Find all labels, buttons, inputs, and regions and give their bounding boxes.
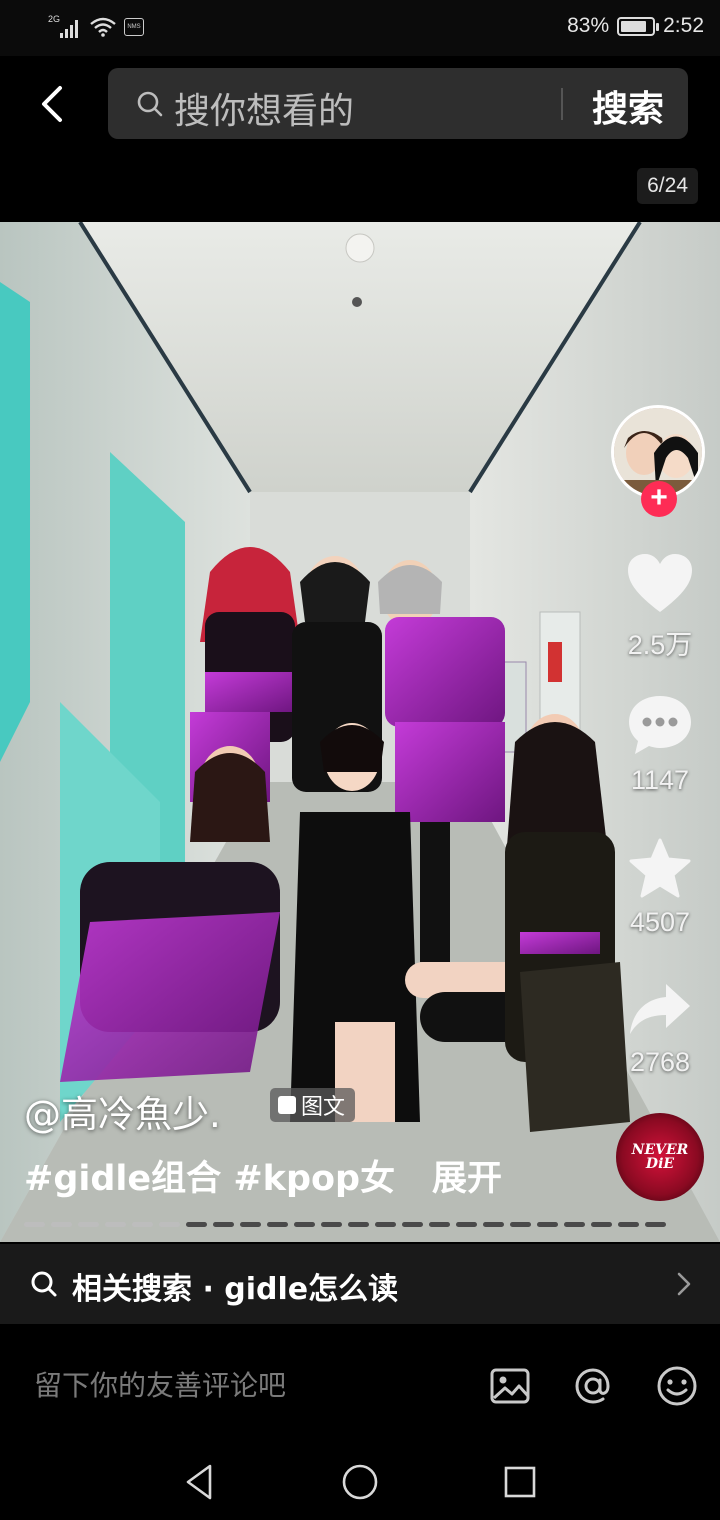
carousel-dash bbox=[213, 1222, 234, 1227]
comment-bar: 留下你的友善评论吧 bbox=[0, 1324, 720, 1444]
music-cover-text: NEVER DiE bbox=[632, 1143, 689, 1171]
carousel-dash bbox=[510, 1222, 531, 1227]
clock: 2:52 bbox=[663, 14, 704, 37]
carousel-dash bbox=[591, 1222, 612, 1227]
carousel-dash bbox=[564, 1222, 585, 1227]
carousel-dash bbox=[321, 1222, 342, 1227]
nav-home-icon[interactable] bbox=[340, 1462, 380, 1502]
image-icon[interactable] bbox=[488, 1364, 532, 1408]
carousel-dash bbox=[618, 1222, 639, 1227]
like-count: 2.5万 bbox=[627, 630, 693, 660]
comment-count: 1147 bbox=[630, 765, 690, 795]
comment-action[interactable]: 1147 bbox=[610, 694, 710, 796]
carousel-dash bbox=[78, 1222, 99, 1227]
follow-button[interactable]: + bbox=[641, 481, 677, 517]
music-cover-line2: DiE bbox=[645, 1156, 675, 1172]
music-cover-line1: NEVER bbox=[631, 1142, 689, 1158]
carousel-dash bbox=[159, 1222, 180, 1227]
carousel-dash bbox=[24, 1222, 45, 1227]
like-action[interactable]: 2.5万 bbox=[610, 552, 710, 662]
status-right: 83% 2:52 bbox=[567, 14, 704, 38]
share-action[interactable]: 2768 bbox=[610, 982, 710, 1078]
album-icon bbox=[278, 1096, 296, 1114]
carousel-dash bbox=[375, 1222, 396, 1227]
system-nav-bar bbox=[0, 1444, 720, 1520]
status-bar: 2G NMS 83% 2:52 bbox=[0, 0, 720, 56]
search-header: 搜你想看的 搜索 6/24 bbox=[0, 56, 720, 222]
nav-recents-icon[interactable] bbox=[500, 1462, 540, 1502]
page-counter: 6/24 bbox=[637, 168, 698, 204]
search-input[interactable]: 搜你想看的 搜索 bbox=[108, 68, 688, 139]
carousel-dash bbox=[483, 1222, 504, 1227]
favorite-count: 4507 bbox=[629, 907, 691, 937]
search-icon bbox=[31, 1271, 57, 1297]
carousel-dash bbox=[267, 1222, 288, 1227]
carousel-dash bbox=[537, 1222, 558, 1227]
at-icon[interactable] bbox=[571, 1364, 615, 1408]
heart-icon bbox=[628, 554, 692, 612]
nav-back-icon[interactable] bbox=[180, 1462, 220, 1502]
carousel-dash bbox=[105, 1222, 126, 1227]
back-arrow-icon bbox=[42, 86, 62, 122]
badge-label: 图文 bbox=[301, 1095, 346, 1120]
signal-icon: 2G bbox=[48, 14, 82, 38]
share-count: 2768 bbox=[629, 1047, 691, 1077]
carousel-dash bbox=[348, 1222, 369, 1227]
nms-icon: NMS bbox=[124, 18, 144, 36]
carousel-dash bbox=[645, 1222, 666, 1227]
search-icon bbox=[137, 91, 163, 117]
image-text-badge: 图文 bbox=[270, 1088, 356, 1122]
hashtags[interactable]: #gidle组合 #kpop女 bbox=[24, 1150, 395, 1201]
search-placeholder: 搜你想看的 bbox=[174, 91, 355, 132]
related-search-text: 相关搜索 · gidle怎么读 bbox=[72, 1272, 399, 1307]
battery-icon bbox=[617, 16, 660, 36]
expand-button[interactable]: 展开 bbox=[432, 1150, 502, 1201]
search-button[interactable]: 搜索 bbox=[592, 80, 664, 132]
chevron-right-icon bbox=[677, 1272, 691, 1296]
carousel-dash bbox=[402, 1222, 423, 1227]
carousel-dash bbox=[429, 1222, 450, 1227]
carousel-dash bbox=[186, 1222, 207, 1227]
back-button[interactable] bbox=[28, 80, 76, 128]
carousel-indicator bbox=[24, 1222, 666, 1227]
related-search-bar[interactable]: 相关搜索 · gidle怎么读 bbox=[0, 1244, 720, 1324]
carousel-dash bbox=[132, 1222, 153, 1227]
star-icon bbox=[629, 838, 691, 898]
battery-percent: 83% bbox=[567, 14, 610, 37]
author-name[interactable]: @高冷魚少. bbox=[24, 1084, 221, 1138]
status-left: 2G NMS bbox=[48, 14, 144, 38]
comment-bubble-icon bbox=[629, 696, 691, 754]
emoji-icon[interactable] bbox=[655, 1364, 699, 1408]
music-disc[interactable]: NEVER DiE bbox=[616, 1113, 704, 1201]
search-divider bbox=[561, 88, 563, 120]
carousel-dash bbox=[240, 1222, 261, 1227]
wifi-icon bbox=[90, 17, 116, 37]
carousel-dash bbox=[294, 1222, 315, 1227]
carousel-dash bbox=[51, 1222, 72, 1227]
carousel-dash bbox=[456, 1222, 477, 1227]
favorite-action[interactable]: 4507 bbox=[610, 838, 710, 938]
share-arrow-icon bbox=[630, 984, 690, 1034]
network-type: 2G bbox=[48, 14, 61, 24]
comment-input[interactable]: 留下你的友善评论吧 bbox=[34, 1364, 286, 1404]
